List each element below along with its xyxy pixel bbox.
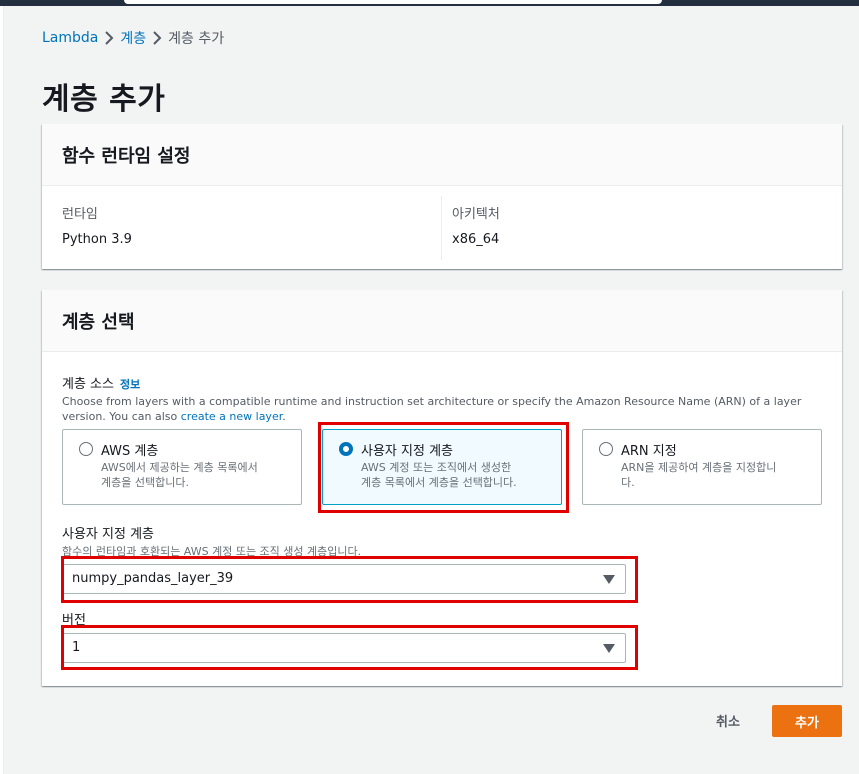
runtime-field: 런타임 Python 3.9 [62,203,132,247]
option-title: ARN 지정 [621,444,677,459]
cancel-button[interactable]: 취소 [706,710,750,730]
top-navigation-bar [0,0,859,6]
custom-layer-hint: 함수의 런타임과 호환되는 AWS 계정 또는 조직 생성 계층입니다. [62,545,362,558]
option-description-line: 계층 목록에서 계층을 선택합니다. [361,476,517,489]
custom-layer-select[interactable]: numpy_pandas_layer_39 [62,564,626,594]
radio-button-selected[interactable] [339,442,353,456]
layer-source-label-text: 계층 소스 [62,377,114,392]
breadcrumb-layers[interactable]: 계층 [120,28,146,48]
radio-button[interactable] [599,442,613,456]
option-description-line: 다. [621,476,635,489]
radio-button[interactable] [79,442,93,456]
create-layer-link[interactable]: create a new layer [181,410,282,423]
breadcrumb-current: 계층 추가 [168,31,225,47]
search-bar-edge[interactable] [124,0,662,4]
option-description-line: ARN을 제공하여 계층을 지정합니 [621,461,777,474]
option-specify-arn[interactable]: ARN 지정 ARN을 제공하여 계층을 지정합니 다. [582,429,822,505]
custom-layer-selected-value: numpy_pandas_layer_39 [72,571,234,586]
layer-selection-panel: 계층 선택 계층 소스 정보 Choose from layers with a … [42,290,842,686]
chevron-right-icon [98,31,120,45]
option-aws-layers[interactable]: AWS 계층 AWS에서 제공하는 계층 목록에서 계층을 선택합니다. [62,429,302,505]
option-description: AWS에서 제공하는 계층 목록에서 계층을 선택합니다. [101,460,258,490]
layer-source-label: 계층 소스 정보 [62,373,140,392]
chevron-right-icon [146,31,168,45]
option-description-line: 계층을 선택합니다. [101,476,189,489]
info-link[interactable]: 정보 [120,378,140,391]
breadcrumb: Lambda 계층 계층 추가 [42,28,224,48]
option-title: AWS 계층 [101,444,159,459]
runtime-label: 런타임 [62,207,98,222]
option-description: ARN을 제공하여 계층을 지정합니 다. [621,460,776,490]
description-text: Choose from layers with a compatible run… [62,395,802,423]
panel-header: 계층 선택 [42,290,842,352]
version-label: 버전 [62,613,86,628]
layer-source-description: Choose from layers with a compatible run… [62,394,802,424]
breadcrumb-lambda[interactable]: Lambda [42,30,98,46]
runtime-value: Python 3.9 [62,232,132,247]
add-button[interactable]: 추가 [772,705,842,737]
caret-down-icon [603,575,615,584]
option-description-line: AWS에서 제공하는 계층 목록에서 [101,461,258,474]
column-divider [441,196,442,260]
option-description-line: AWS 계정 또는 조직에서 생성한 [361,461,512,474]
panel-title: 계층 선택 [62,311,135,333]
caret-down-icon [603,644,615,653]
architecture-value: x86_64 [452,232,500,247]
panel-header: 함수 런타임 설정 [42,124,842,186]
version-selected-value: 1 [72,640,81,655]
description-suffix: . [282,410,286,423]
panel-title: 함수 런타임 설정 [62,145,191,167]
page-title: 계층 추가 [42,82,166,117]
option-title: 사용자 지정 계층 [361,444,453,459]
option-description: AWS 계정 또는 조직에서 생성한 계층 목록에서 계층을 선택합니다. [361,460,517,490]
version-select[interactable]: 1 [62,633,626,663]
runtime-settings-panel: 함수 런타임 설정 런타임 Python 3.9 아키텍처 x86_64 [42,124,842,269]
architecture-label: 아키텍처 [452,207,500,222]
architecture-field: 아키텍처 x86_64 [452,203,500,247]
option-custom-layers[interactable]: 사용자 지정 계층 AWS 계정 또는 조직에서 생성한 계층 목록에서 계층을… [322,429,562,505]
custom-layer-label: 사용자 지정 계층 [62,527,154,542]
side-navigation-edge [0,6,4,774]
